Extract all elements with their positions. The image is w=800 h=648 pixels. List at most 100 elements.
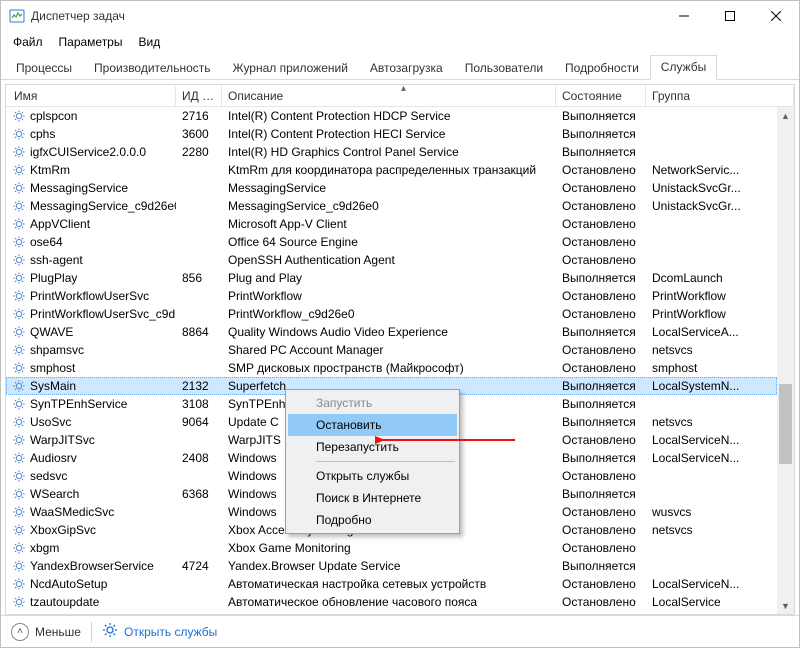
scroll-down-button[interactable]: ▼: [777, 597, 794, 614]
window-title: Диспетчер задач: [31, 9, 125, 23]
table-row[interactable]: shpamsvcShared PC Account ManagerОстанов…: [6, 341, 777, 359]
table-row[interactable]: smphost SMP дисковых пространств (Майкрос…: [6, 359, 777, 377]
col-header-group[interactable]: Группа: [646, 86, 794, 106]
table-row[interactable]: cphs3600Intel(R) Content Protection HECI…: [6, 125, 777, 143]
cell-pid: 2716: [176, 109, 222, 123]
cell-state: Остановлено: [556, 343, 646, 357]
cell-group: smphost: [646, 361, 777, 375]
cell-desc: MessagingService_c9d26e0: [222, 199, 556, 213]
cell-state: Остановлено: [556, 595, 646, 609]
cell-state: Выполняется: [556, 397, 646, 411]
scroll-track[interactable]: [777, 124, 794, 597]
tab-apphistory[interactable]: Журнал приложений: [222, 56, 359, 80]
cell-desc: Plug and Play: [222, 271, 556, 285]
cell-pid: 9064: [176, 415, 222, 429]
cell-state: Остановлено: [556, 289, 646, 303]
service-icon: [12, 469, 26, 483]
cell-group: LocalServiceN...: [646, 451, 777, 465]
table-row[interactable]: PlugPlay856Plug and PlayВыполняетсяDcomL…: [6, 269, 777, 287]
tab-users[interactable]: Пользователи: [454, 56, 554, 80]
cell-desc: Автоматическая настройка сетевых устройс…: [222, 577, 556, 591]
menu-file[interactable]: Файл: [5, 33, 51, 51]
col-header-name[interactable]: Имя: [6, 86, 176, 106]
cell-name: WarpJITSvc: [30, 433, 95, 447]
ctx-start[interactable]: Запустить: [288, 392, 457, 414]
table-row[interactable]: ose64Office 64 Source EngineОстановлено: [6, 233, 777, 251]
table-row[interactable]: QWAVE8864Quality Windows Audio Video Exp…: [6, 323, 777, 341]
table-row[interactable]: xbgmXbox Game MonitoringОстановлено: [6, 539, 777, 557]
ctx-stop[interactable]: Остановить: [288, 414, 457, 436]
service-icon: [12, 541, 26, 555]
table-row[interactable]: PrintWorkflowUserSvc_c9d...PrintWorkflow…: [6, 305, 777, 323]
table-row[interactable]: KtmRmKtmRm для координатора распределенн…: [6, 161, 777, 179]
ctx-restart[interactable]: Перезапустить: [288, 436, 457, 458]
cell-pid: 3600: [176, 127, 222, 141]
scroll-up-button[interactable]: ▲: [777, 107, 794, 124]
table-row[interactable]: NcdAutoSetupАвтоматическая настройка сет…: [6, 575, 777, 593]
fewer-details-button[interactable]: ˄ Меньше: [11, 623, 81, 641]
table-row[interactable]: AppVClientMicrosoft App-V ClientОстановл…: [6, 215, 777, 233]
menu-bar: Файл Параметры Вид: [1, 31, 799, 52]
table-row[interactable]: igfxCUIService2.0.0.02280Intel(R) HD Gra…: [6, 143, 777, 161]
cell-desc: Intel(R) HD Graphics Control Panel Servi…: [222, 145, 556, 159]
cell-group: LocalService: [646, 595, 777, 609]
cell-desc: Yandex.Browser Update Service: [222, 559, 556, 573]
col-header-pid[interactable]: ИД п...: [176, 86, 222, 106]
cell-desc: Microsoft App-V Client: [222, 217, 556, 231]
table-row[interactable]: MessagingServiceMessagingServiceОстановл…: [6, 179, 777, 197]
column-headers: Имя ИД п... Описание Состояние Группа ▴: [6, 85, 794, 107]
cell-name: YandexBrowserService: [30, 559, 154, 573]
service-icon: [12, 253, 26, 267]
service-icon: [12, 433, 26, 447]
cell-name: shpamsvc: [30, 343, 84, 357]
tab-details[interactable]: Подробности: [554, 56, 650, 80]
cell-desc: Intel(R) Content Protection HDCP Service: [222, 109, 556, 123]
cell-state: Остановлено: [556, 469, 646, 483]
cell-name: igfxCUIService2.0.0.0: [30, 145, 146, 159]
cell-pid: 856: [176, 271, 222, 285]
table-row[interactable]: WwanSvcАвтонастройка WWANОстановленоLoca…: [6, 611, 777, 614]
rows-container: cplspcon2716Intel(R) Content Protection …: [6, 107, 777, 614]
close-button[interactable]: [753, 1, 799, 31]
service-icon: [12, 343, 26, 357]
cell-desc: SMP дисковых пространств (Майкрософт): [222, 361, 556, 375]
vertical-scrollbar[interactable]: ▲ ▼: [777, 107, 794, 614]
table-row[interactable]: YandexBrowserService4724Yandex.Browser U…: [6, 557, 777, 575]
minimize-button[interactable]: [661, 1, 707, 31]
table-row[interactable]: tzautoupdateАвтоматическое обновление ча…: [6, 593, 777, 611]
cell-pid: 2132: [176, 379, 222, 393]
cell-state: Остановлено: [556, 577, 646, 591]
cell-state: Выполняется: [556, 271, 646, 285]
table-row[interactable]: PrintWorkflowUserSvcPrintWorkflowОстанов…: [6, 287, 777, 305]
menu-view[interactable]: Вид: [130, 33, 168, 51]
cell-group: netsvcs: [646, 415, 777, 429]
ctx-details[interactable]: Подробно: [288, 509, 457, 531]
service-icon: [12, 415, 26, 429]
cell-pid: 8864: [176, 325, 222, 339]
table-row[interactable]: ssh-agentOpenSSH Authentication AgentОст…: [6, 251, 777, 269]
cell-desc: MessagingService: [222, 181, 556, 195]
tab-processes[interactable]: Процессы: [5, 56, 83, 80]
cell-state: Остановлено: [556, 235, 646, 249]
service-icon: [12, 127, 26, 141]
table-row[interactable]: cplspcon2716Intel(R) Content Protection …: [6, 107, 777, 125]
service-icon: [12, 235, 26, 249]
ctx-open-services[interactable]: Открыть службы: [288, 465, 457, 487]
cell-group: netsvcs: [646, 523, 777, 537]
cell-group: LocalServiceA...: [646, 325, 777, 339]
table-row[interactable]: MessagingService_c9d26e0MessagingService…: [6, 197, 777, 215]
tab-startup[interactable]: Автозагрузка: [359, 56, 454, 80]
status-divider: [91, 622, 92, 642]
open-services-link[interactable]: Открыть службы: [102, 622, 217, 641]
scroll-thumb[interactable]: [779, 384, 792, 464]
cell-desc: Quality Windows Audio Video Experience: [222, 325, 556, 339]
tab-services[interactable]: Службы: [650, 55, 717, 80]
maximize-button[interactable]: [707, 1, 753, 31]
col-header-state[interactable]: Состояние: [556, 86, 646, 106]
tab-performance[interactable]: Производительность: [83, 56, 221, 80]
ctx-search-online[interactable]: Поиск в Интернете: [288, 487, 457, 509]
cell-state: Выполняется: [556, 145, 646, 159]
cell-name: SynTPEnhService: [30, 397, 127, 411]
col-header-desc[interactable]: Описание: [222, 86, 556, 106]
menu-options[interactable]: Параметры: [51, 33, 131, 51]
